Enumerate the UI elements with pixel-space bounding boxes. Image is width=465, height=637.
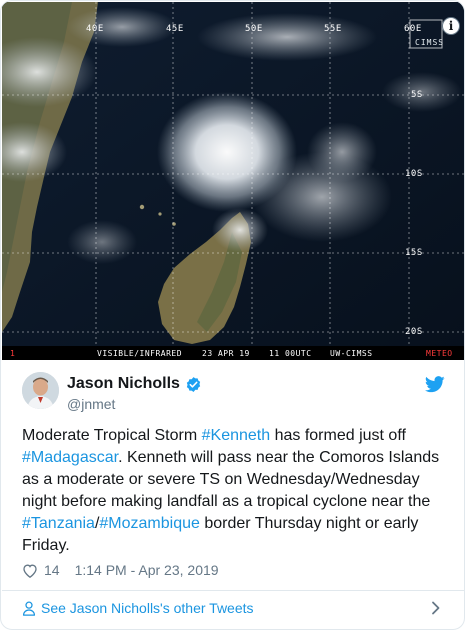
strip-date-label: 23 APR 19 xyxy=(202,349,250,358)
heart-icon[interactable] xyxy=(22,563,38,578)
satellite-map-graphic xyxy=(2,2,464,360)
strip-time-label: 11 00UTC xyxy=(269,349,312,358)
latitude-label: 20S xyxy=(405,327,423,337)
embedded-tweet-card: 40E 45E 50E 55E 60E 5S 10S 15S 20S CIMSS… xyxy=(0,0,465,630)
tweet-timestamp[interactable]: 1:14 PM - Apr 23, 2019 xyxy=(75,562,219,578)
tweet-meta-row: 14 1:14 PM - Apr 23, 2019 xyxy=(22,562,219,578)
hashtag-link[interactable]: #Mozambique xyxy=(99,515,200,532)
hashtag-link[interactable]: #Tanzania xyxy=(22,515,95,532)
longitude-label: 55E xyxy=(324,24,342,34)
author-name[interactable]: Jason Nicholls xyxy=(67,375,180,393)
hashtag-link[interactable]: #Madagascar xyxy=(22,449,118,466)
like-count[interactable]: 14 xyxy=(44,562,60,578)
longitude-label: 45E xyxy=(166,24,184,34)
info-icon[interactable]: i xyxy=(442,17,460,35)
longitude-label: 50E xyxy=(245,24,263,34)
latitude-label: 10S xyxy=(405,169,423,179)
twitter-bird-icon[interactable] xyxy=(425,376,445,393)
strip-band-label: VISIBLE/INFRARED xyxy=(97,349,183,358)
cimss-watermark: CIMSS xyxy=(415,38,445,47)
author-handle[interactable]: @jnmet xyxy=(67,396,115,412)
person-icon xyxy=(22,601,36,616)
strip-marker: 1 xyxy=(10,349,16,358)
latitude-label: 5S xyxy=(411,90,423,100)
storm-cloud-mass xyxy=(157,92,297,212)
strip-source-label: UW-CIMSS xyxy=(330,349,373,358)
avatar-portrait-icon xyxy=(22,372,59,409)
longitude-label: 60E xyxy=(404,24,422,34)
satellite-image[interactable]: 40E 45E 50E 55E 60E 5S 10S 15S 20S CIMSS… xyxy=(2,2,464,360)
tweet-text-segment: has formed just off xyxy=(270,427,406,444)
hashtag-link[interactable]: #Kenneth xyxy=(202,427,271,444)
verified-badge-icon xyxy=(186,376,201,392)
author-row: Jason Nicholls xyxy=(67,375,202,393)
strip-badge: METEO xyxy=(426,349,453,358)
see-other-tweets-link[interactable]: See Jason Nicholls's other Tweets xyxy=(22,600,254,616)
latitude-label: 15S xyxy=(405,248,423,258)
chevron-right-icon[interactable] xyxy=(431,601,441,615)
longitude-label: 40E xyxy=(86,24,104,34)
avatar[interactable] xyxy=(22,372,59,409)
see-other-tweets-label: See Jason Nicholls's other Tweets xyxy=(41,600,254,616)
tweet-text-segment: Moderate Tropical Storm xyxy=(22,427,202,444)
tweet-text: Moderate Tropical Storm #Kenneth has for… xyxy=(22,425,447,557)
footer-divider xyxy=(2,590,464,591)
